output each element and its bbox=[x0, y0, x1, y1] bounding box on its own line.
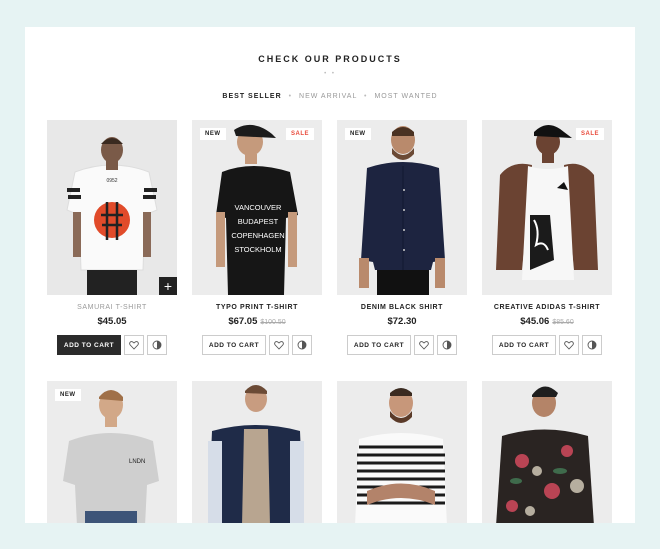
title-divider-dots: • • bbox=[324, 71, 336, 77]
tab-new-arrival[interactable]: NEW ARRIVAL bbox=[299, 93, 357, 100]
wishlist-button[interactable] bbox=[269, 335, 289, 355]
compare-button[interactable] bbox=[292, 335, 312, 355]
tab-separator: • bbox=[364, 93, 368, 100]
compare-icon bbox=[297, 340, 307, 350]
product-card bbox=[337, 381, 467, 523]
compare-button[interactable] bbox=[582, 335, 602, 355]
products-panel: CHECK OUR PRODUCTS • • BEST SELLER • NEW… bbox=[25, 27, 635, 523]
product-card: NEW DENIM BLACK SHIRT $72.30 ADD TO CART bbox=[337, 120, 467, 355]
shirt-print-text: LNDN bbox=[129, 459, 145, 465]
product-actions: ADD TO CART bbox=[337, 335, 467, 355]
wishlist-button[interactable] bbox=[414, 335, 434, 355]
heart-icon bbox=[419, 341, 429, 350]
compare-icon bbox=[587, 340, 597, 350]
product-name[interactable]: SAMURAI T-SHIRT bbox=[47, 304, 177, 311]
shirt-print-line: VANCOUVER bbox=[235, 203, 283, 212]
product-image[interactable]: NEW bbox=[337, 120, 467, 295]
product-image[interactable]: 0952 + bbox=[47, 120, 177, 295]
wishlist-button[interactable] bbox=[559, 335, 579, 355]
product-card bbox=[192, 381, 322, 523]
sale-badge: SALE bbox=[575, 128, 604, 140]
shirt-print-text: 0952 bbox=[106, 178, 117, 184]
product-image[interactable]: SALE bbox=[482, 120, 612, 295]
product-price: $67.05 $100.50 bbox=[192, 316, 322, 327]
plus-icon[interactable]: + bbox=[159, 277, 177, 295]
product-image[interactable] bbox=[192, 381, 322, 523]
product-card: 0952 + SAMURAI T-SHIRT $45.05 ADD TO CAR… bbox=[47, 120, 177, 355]
shirt-print-line: STOCKHOLM bbox=[234, 245, 281, 254]
old-price: $85.60 bbox=[552, 319, 574, 326]
product-tabs: BEST SELLER • NEW ARRIVAL • MOST WANTED bbox=[25, 92, 635, 102]
product-image[interactable]: LNDN NEW bbox=[47, 381, 177, 523]
product-name[interactable]: TYPO PRINT T-SHIRT bbox=[192, 304, 322, 311]
current-price: $67.05 bbox=[228, 316, 258, 327]
product-card: LNDN NEW bbox=[47, 381, 177, 523]
product-actions: ADD TO CART bbox=[192, 335, 322, 355]
product-card bbox=[482, 381, 612, 523]
current-price: $45.05 bbox=[97, 316, 127, 327]
compare-icon bbox=[442, 340, 452, 350]
product-price: $45.05 bbox=[47, 316, 177, 327]
sale-badge: SALE bbox=[285, 128, 314, 140]
product-name[interactable]: CREATIVE ADIDAS T-SHIRT bbox=[482, 304, 612, 311]
tab-separator: • bbox=[288, 93, 293, 100]
compare-icon bbox=[152, 340, 162, 350]
product-image[interactable]: VANCOUVER BUDAPEST COPENHAGEN STOCKHOLM … bbox=[192, 120, 322, 295]
shirt-print-line: BUDAPEST bbox=[238, 217, 279, 226]
heart-icon bbox=[129, 341, 139, 350]
product-image[interactable] bbox=[482, 381, 612, 523]
new-badge: NEW bbox=[55, 389, 81, 401]
compare-button[interactable] bbox=[147, 335, 167, 355]
add-to-cart-button[interactable]: ADD TO CART bbox=[202, 335, 266, 355]
compare-button[interactable] bbox=[437, 335, 457, 355]
product-actions: ADD TO CART bbox=[482, 335, 612, 355]
section-title: CHECK OUR PRODUCTS bbox=[258, 54, 402, 64]
add-to-cart-button[interactable]: ADD TO CART bbox=[492, 335, 556, 355]
wishlist-button[interactable] bbox=[124, 335, 144, 355]
product-card: SALE CREATIVE ADIDAS T-SHIRT $45.06 $85.6… bbox=[482, 120, 612, 355]
new-badge: NEW bbox=[200, 128, 226, 140]
tab-most-wanted[interactable]: MOST WANTED bbox=[374, 93, 437, 100]
product-price: $72.30 bbox=[337, 316, 467, 327]
heart-icon bbox=[274, 341, 284, 350]
product-card: VANCOUVER BUDAPEST COPENHAGEN STOCKHOLM … bbox=[192, 120, 322, 355]
product-actions: ADD TO CART bbox=[47, 335, 177, 355]
heart-icon bbox=[564, 341, 574, 350]
current-price: $45.06 bbox=[520, 316, 550, 327]
old-price: $100.50 bbox=[260, 319, 286, 326]
product-image[interactable] bbox=[337, 381, 467, 523]
current-price: $72.30 bbox=[387, 316, 417, 327]
tab-best-seller[interactable]: BEST SELLER bbox=[222, 93, 281, 100]
product-price: $45.06 $85.60 bbox=[482, 316, 612, 327]
product-name[interactable]: DENIM BLACK SHIRT bbox=[337, 304, 467, 311]
add-to-cart-button[interactable]: ADD TO CART bbox=[347, 335, 411, 355]
new-badge: NEW bbox=[345, 128, 371, 140]
add-to-cart-button[interactable]: ADD TO CART bbox=[57, 335, 121, 355]
shirt-print-line: COPENHAGEN bbox=[231, 231, 284, 240]
